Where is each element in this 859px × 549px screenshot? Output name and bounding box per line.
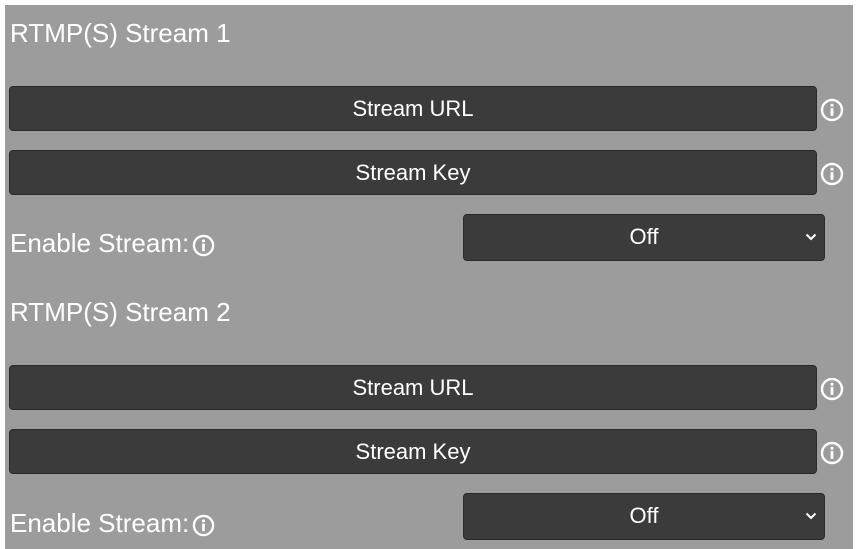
stream-2-key-input[interactable] [9,429,817,474]
stream-1-enable-label: Enable Stream: [10,228,215,258]
stream-1-enable-select[interactable]: Off [463,214,825,261]
info-icon[interactable] [192,234,215,257]
chevron-down-icon [805,232,817,242]
info-icon[interactable] [820,377,844,401]
stream-1-enable-value: Off [629,224,659,249]
info-icon[interactable] [820,98,844,122]
info-icon[interactable] [192,514,215,537]
info-icon[interactable] [820,162,844,186]
stream-2-enable-value: Off [629,503,659,528]
stream-1-url-input[interactable] [9,86,817,131]
stream-1-key-input[interactable] [9,150,817,195]
stream-2-title: RTMP(S) Stream 2 [10,297,231,327]
enable-stream-text: Enable Stream: [10,508,190,538]
stream-2-enable-label: Enable Stream: [10,508,215,538]
chevron-down-icon [805,511,817,521]
stream-2-enable-select[interactable]: Off [463,493,825,540]
stream-1-title: RTMP(S) Stream 1 [10,18,231,48]
enable-stream-text: Enable Stream: [10,228,190,258]
rtmp-settings-panel: RTMP(S) Stream 1 Enable Stream: Off [5,5,853,549]
stream-2-url-input[interactable] [9,365,817,410]
info-icon[interactable] [820,441,844,465]
